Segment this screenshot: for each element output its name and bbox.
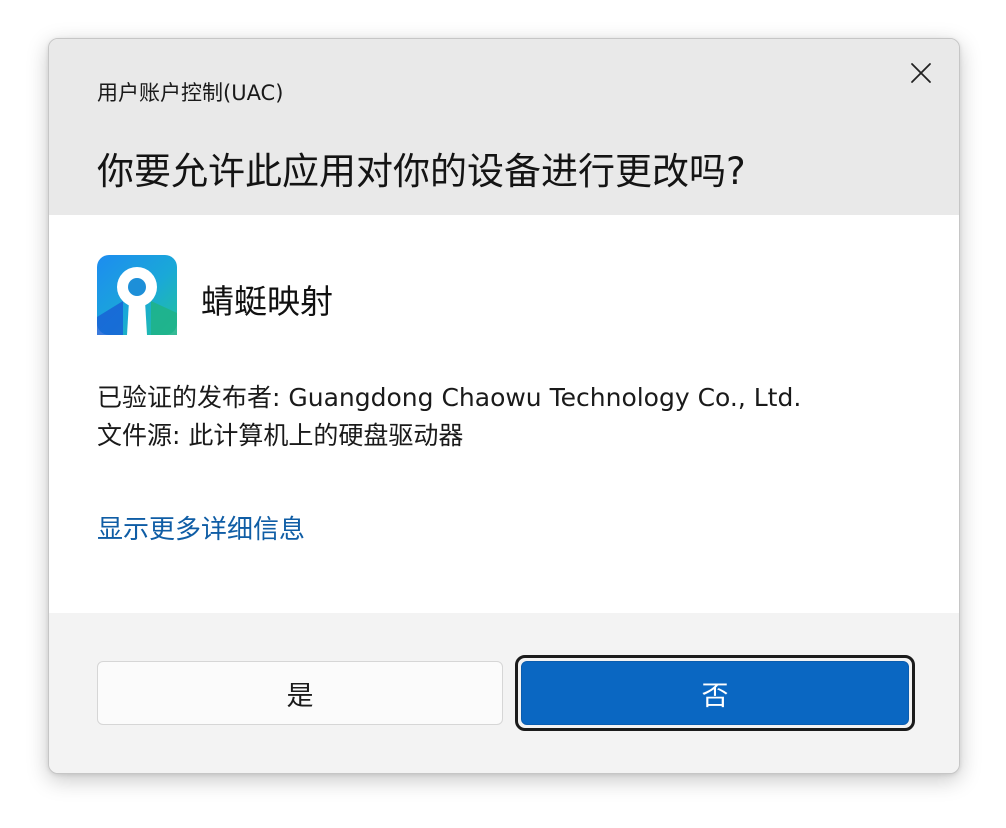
show-more-details-link[interactable]: 显示更多详细信息 [97, 509, 305, 546]
dialog-body: 蜻蜓映射 已验证的发布者: Guangdong Chaowu Technolog… [49, 215, 959, 613]
close-button[interactable] [899, 53, 943, 93]
app-logo-icon [97, 255, 177, 335]
publisher-line: 已验证的发布者: Guangdong Chaowu Technology Co.… [97, 383, 802, 412]
app-name: 蜻蜓映射 [201, 282, 333, 321]
file-source-line: 文件源: 此计算机上的硬盘驱动器 [97, 421, 464, 450]
no-button[interactable]: 否 [521, 661, 909, 725]
dialog-footer: 是 否 [49, 613, 959, 773]
dialog-header: 用户账户控制(UAC) 你要允许此应用对你的设备进行更改吗? [49, 39, 959, 215]
yes-button[interactable]: 是 [97, 661, 503, 725]
dialog-subtitle: 用户账户控制(UAC) [97, 81, 284, 105]
uac-dialog: 用户账户控制(UAC) 你要允许此应用对你的设备进行更改吗? 蜻蜓映射 已验证的… [48, 38, 960, 774]
dialog-title: 你要允许此应用对你的设备进行更改吗? [97, 150, 746, 193]
close-icon [911, 63, 931, 83]
app-details: 已验证的发布者: Guangdong Chaowu Technology Co.… [97, 379, 801, 455]
